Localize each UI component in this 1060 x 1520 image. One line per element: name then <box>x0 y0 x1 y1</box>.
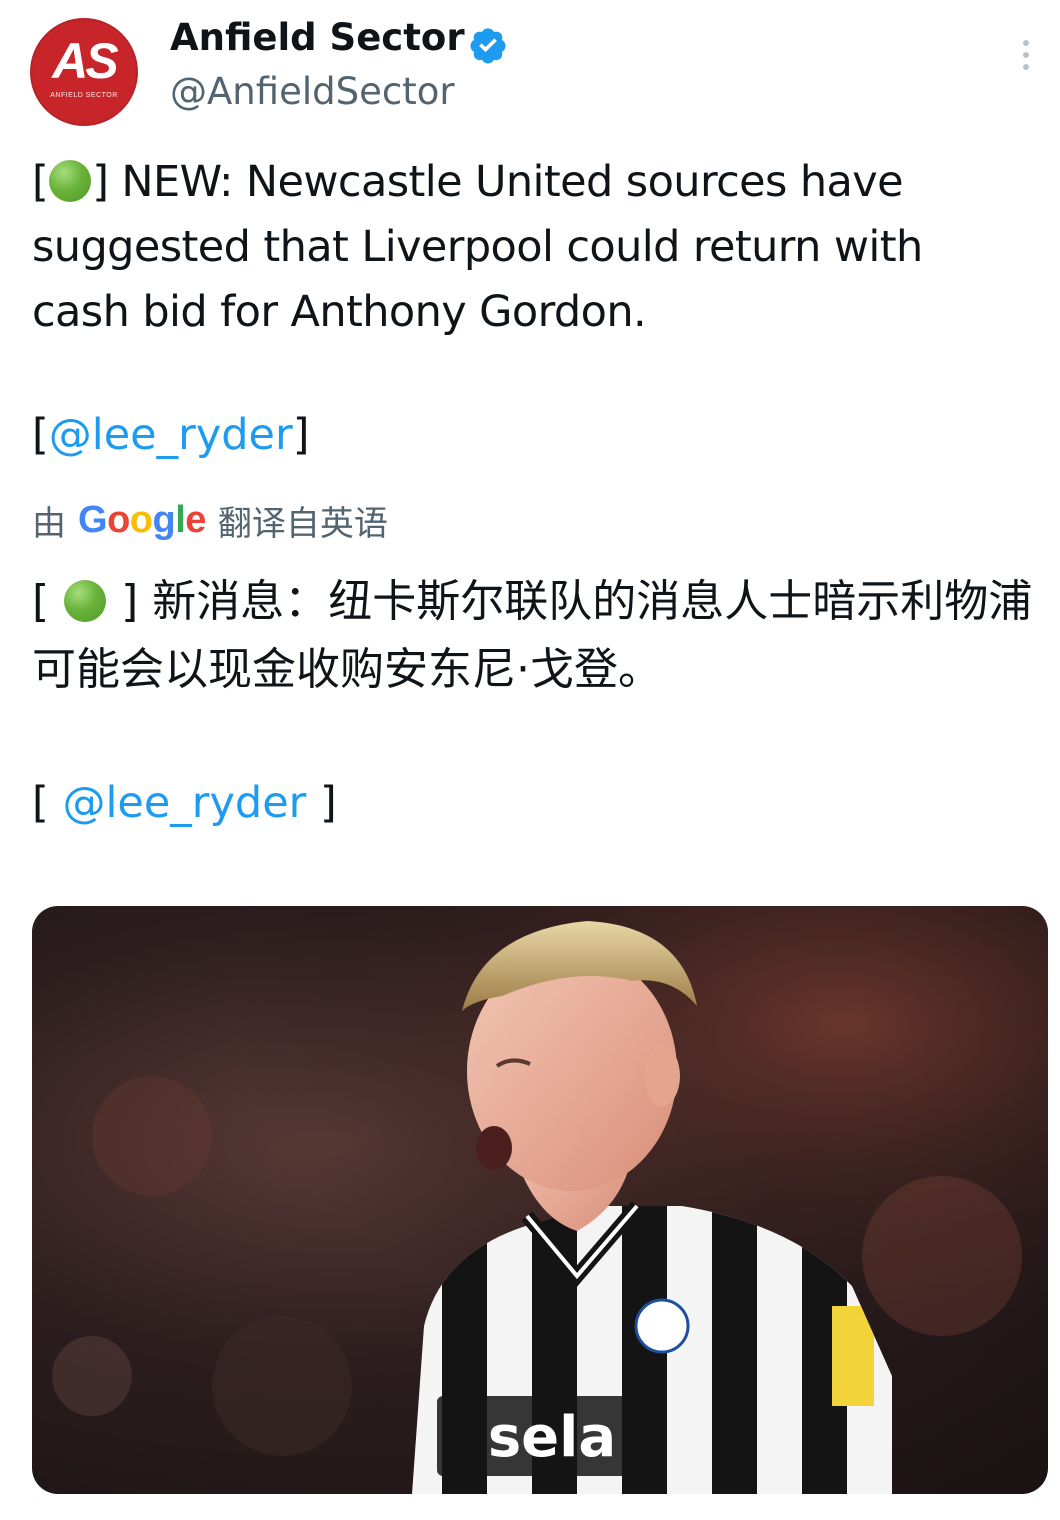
footballer-photo: sela <box>32 906 1048 1494</box>
green-circle-icon <box>64 580 107 622</box>
translated-mention-link[interactable]: @lee_ryder <box>62 778 306 828</box>
tweet-media-photo[interactable]: sela <box>32 906 1048 1494</box>
more-vertical-icon[interactable] <box>1014 40 1038 80</box>
translated-mention-line: [ @lee_ryder ] <box>32 778 337 828</box>
translated-by-google[interactable]: 由 Google 翻译自英语 <box>32 496 388 545</box>
tweet-body: ] NEW: Newcastle United sources have sug… <box>32 157 936 337</box>
verified-badge-icon <box>470 28 506 64</box>
zh-mention-open: [ <box>32 778 63 828</box>
mention-bracket-close: ] <box>292 410 310 460</box>
avatar-subtext: ANFIELD SECTOR <box>50 92 118 99</box>
translate-suffix: 翻译自英语 <box>217 504 388 544</box>
user-handle[interactable]: @AnfieldSector <box>170 70 455 113</box>
avatar-monogram: AS <box>52 33 118 89</box>
display-name[interactable]: Anfield Sector <box>170 16 465 59</box>
mention-line: [@lee_ryder] <box>32 410 309 460</box>
mention-link[interactable]: @lee_ryder <box>49 410 293 460</box>
tweet-text: [] NEW: Newcastle United sources have su… <box>32 150 1032 345</box>
translate-prefix: 由 <box>32 504 66 544</box>
mention-bracket-open: [ <box>32 410 49 460</box>
shirt-sponsor-text: sela <box>488 1405 616 1470</box>
translated-text: [ ] 新消息：纽卡斯尔联队的消息人士暗示利物浦可能会以现金收购安东尼·戈登。 <box>32 568 1042 704</box>
zh-bracket-open: [ <box>32 576 64 627</box>
zh-body: ] 新消息：纽卡斯尔联队的消息人士暗示利物浦可能会以现金收购安东尼·戈登。 <box>32 576 1033 695</box>
text-bracket-open: [ <box>32 157 49 207</box>
green-circle-icon <box>49 160 92 202</box>
google-logo: Google <box>78 499 206 541</box>
zh-mention-close: ] <box>306 778 337 828</box>
profile-avatar[interactable]: AS ANFIELD SECTOR <box>30 18 138 126</box>
